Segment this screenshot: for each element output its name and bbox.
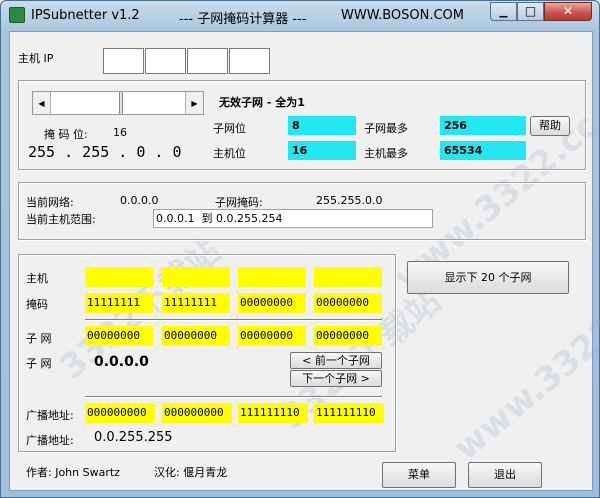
subnet-bits-label: 子网位 — [213, 122, 246, 135]
invalid-subnet-title: 无效子网 - 全为1 — [219, 96, 305, 109]
slider-left-button[interactable]: ◀ — [33, 92, 51, 114]
exit-button[interactable]: 退出 — [468, 462, 542, 488]
broadcast-label: 广播地址: — [26, 409, 74, 422]
current-network-value: 0.0.0.0 — [120, 194, 159, 207]
app-icon — [9, 7, 25, 23]
menu-button[interactable]: 菜单 — [382, 462, 456, 488]
host-ip-octet-1[interactable] — [103, 48, 144, 74]
subnet-mask-value: 255.255.0.0 — [316, 194, 383, 207]
slider-track[interactable] — [51, 92, 119, 114]
close-icon: ✕ — [562, 4, 574, 18]
app-title: IPSubnetter v1.2 — [31, 8, 140, 23]
broadcast-address-value: 0.0.255.255 — [94, 430, 173, 445]
minimize-icon: ▁ — [499, 7, 508, 18]
divider — [85, 396, 382, 398]
host-ip-octet-4[interactable] — [229, 48, 270, 74]
broadcast-address-label: 广播地址: — [26, 434, 74, 447]
subnet-binary-octet-4: 00000000 — [314, 326, 382, 346]
maximize-button[interactable]: □ — [517, 2, 544, 21]
localizer-credit: 汉化: 偃月青龙 — [154, 466, 228, 479]
website-url: WWW.BOSON.COM — [341, 8, 464, 23]
broadcast-binary-octet-3: 111111110 — [238, 403, 308, 423]
mask-binary-octet-2: 11111111 — [162, 293, 230, 313]
close-button[interactable]: ✕ — [544, 2, 592, 21]
host-bits-field: 16 — [288, 141, 356, 160]
mask-binary-octet-3: 00000000 — [238, 293, 306, 313]
subnet-address-value: 0.0.0.0 — [94, 354, 149, 370]
mask-bits-label: 掩 码 位: — [44, 128, 88, 141]
max-hosts-label: 主机最多 — [364, 147, 408, 160]
binary-host-label: 主机 — [26, 272, 48, 285]
right-arrow-icon: ▶ — [191, 99, 198, 108]
host-range-field[interactable]: 0.0.0.1 到 0.0.255.254 — [153, 209, 433, 228]
host-binary-octet-1 — [85, 267, 153, 287]
title-bar[interactable]: IPSubnetter v1.2 --- 子网掩码计算器 --- WWW.BOS… — [1, 1, 600, 31]
current-network-label: 当前网络: — [26, 196, 74, 209]
mask-bits-value: 16 — [113, 126, 127, 139]
host-ip-label: 主机 IP — [18, 52, 54, 65]
subnet-binary-octet-3: 00000000 — [238, 326, 306, 346]
max-subnets-label: 子网最多 — [364, 122, 408, 135]
help-button[interactable]: 帮助 — [530, 116, 570, 136]
divider — [85, 319, 382, 321]
mask-binary-octet-4: 00000000 — [314, 293, 382, 313]
mask-slider[interactable]: ◀ ▶ — [32, 91, 204, 115]
subnet-address-label: 子 网 — [26, 357, 52, 370]
host-range-value: 0.0.0.1 到 0.0.255.254 — [156, 212, 283, 225]
main-window: IPSubnetter v1.2 --- 子网掩码计算器 --- WWW.BOS… — [0, 0, 600, 498]
watermark: www.3322.cc — [446, 275, 600, 469]
max-hosts-field: 65534 — [440, 141, 526, 160]
binary-mask-label: 掩码 — [26, 298, 48, 311]
left-arrow-icon: ◀ — [38, 99, 45, 108]
host-bits-label: 主机位 — [213, 147, 246, 160]
host-binary-octet-4 — [314, 267, 382, 287]
prev-subnet-button[interactable]: < 前一个子网 — [290, 352, 382, 369]
next-subnet-button[interactable]: 下一个子网 > — [290, 370, 382, 387]
host-ip-octet-3[interactable] — [187, 48, 228, 74]
client-area: 3322下载站 www.3322.cc 3322下载站 www.3322.cc … — [9, 31, 600, 491]
subnet-binary-octet-1: 00000000 — [85, 326, 153, 346]
subnet-mask-label: 子网掩码: — [215, 196, 263, 209]
window-subtitle: --- 子网掩码计算器 --- — [179, 12, 307, 27]
host-binary-octet-2 — [162, 267, 230, 287]
host-binary-octet-3 — [238, 267, 306, 287]
slider-right-button[interactable]: ▶ — [185, 92, 203, 114]
host-ip-octet-2[interactable] — [145, 48, 186, 74]
author-credit: 作者: John Swartz — [26, 466, 120, 479]
slider-track-right[interactable] — [123, 92, 185, 114]
subnet-binary-octet-2: 00000000 — [162, 326, 230, 346]
mask-value: 255 . 255 . 0 . 0 — [28, 143, 182, 161]
show-next-subnets-button[interactable]: 显示下 20 个子网 — [407, 261, 569, 294]
subnet-bits-field: 8 — [288, 116, 356, 135]
broadcast-binary-octet-2: 000000000 — [162, 403, 232, 423]
mask-binary-octet-1: 11111111 — [85, 293, 153, 313]
maximize-icon: □ — [524, 4, 537, 18]
broadcast-binary-octet-4: 111111110 — [314, 403, 384, 423]
minimize-button[interactable]: ▁ — [490, 2, 517, 21]
host-range-label: 当前主机范围: — [26, 213, 96, 226]
max-subnets-field: 256 — [440, 116, 526, 135]
binary-subnet-label: 子 网 — [26, 332, 52, 345]
broadcast-binary-octet-1: 000000000 — [85, 403, 155, 423]
